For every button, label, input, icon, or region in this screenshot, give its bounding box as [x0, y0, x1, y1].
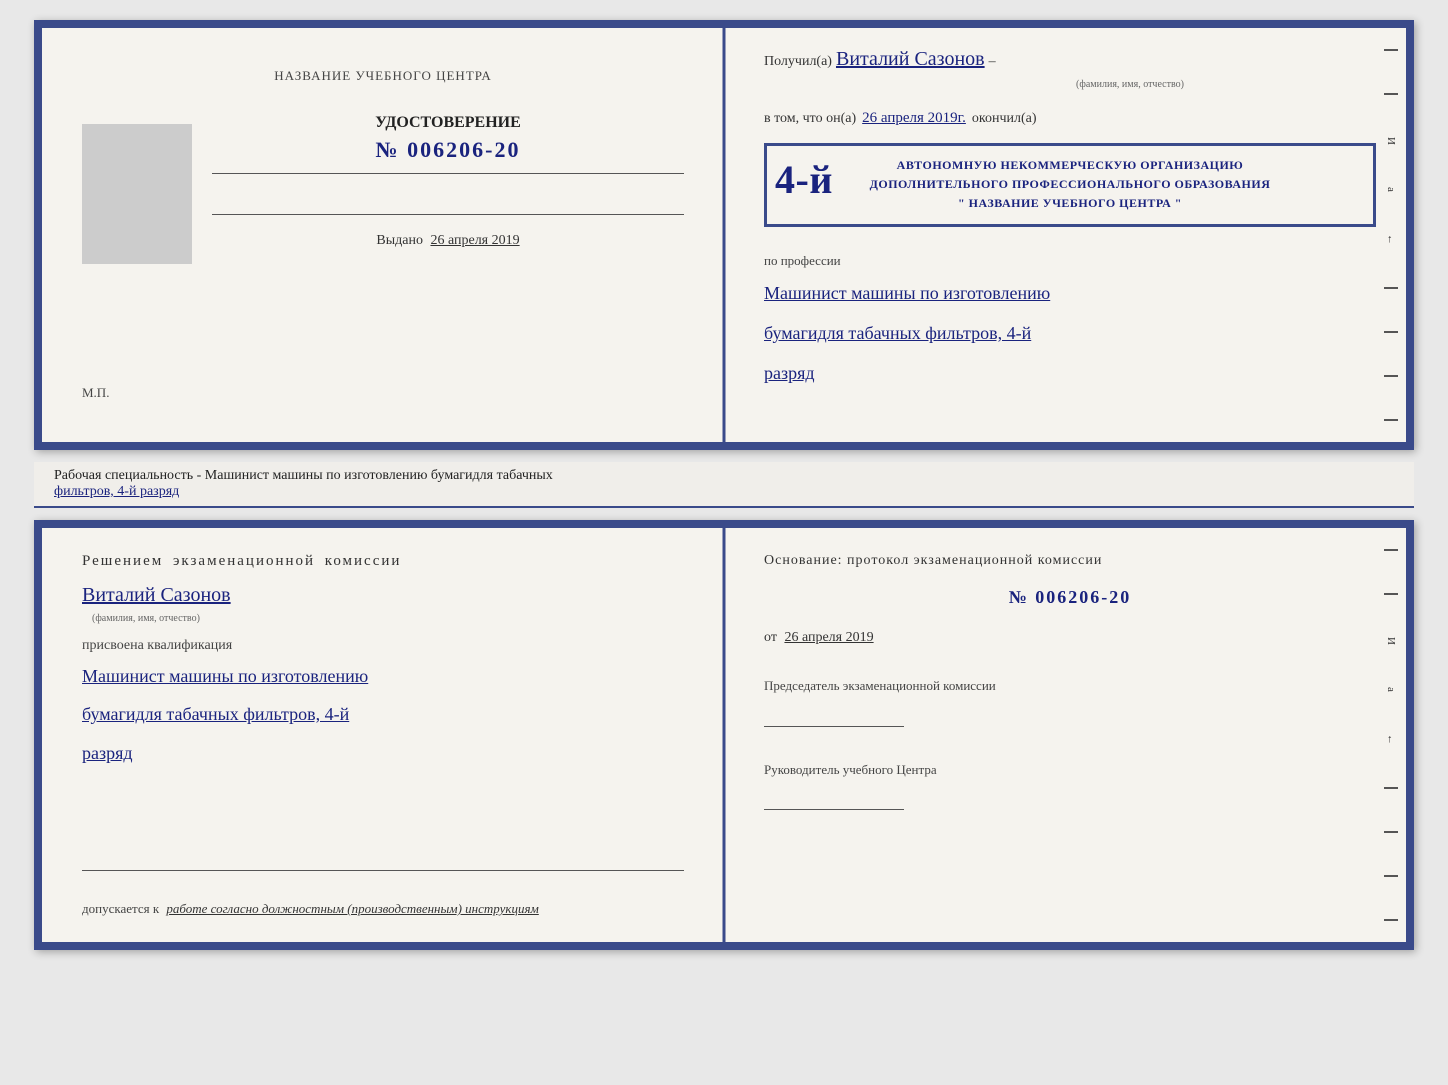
sl-b4: [1384, 831, 1398, 833]
from-prefix: от: [764, 630, 777, 645]
profession-line2: бумагидля табачных фильтров, 4-й: [764, 317, 1376, 349]
qual-line1: Машинист машины по изготовлению: [82, 660, 684, 692]
chairman-signature-line: [764, 726, 904, 727]
profession-line3: разряд: [764, 357, 1376, 389]
issued-date: 26 апреля 2019: [430, 233, 519, 248]
qual-line3: разряд: [82, 737, 684, 769]
recipient-name-bottom: Виталий Сазонов: [82, 584, 231, 606]
stamp-line1: АВТОНОМНУЮ НЕКОММЕРЧЕСКУЮ ОРГАНИЗАЦИЮ: [782, 156, 1358, 175]
protocol-number: № 006206-20: [764, 587, 1376, 608]
doc-title: УДОСТОВЕРЕНИЕ: [375, 114, 521, 132]
vtom-suffix: окончил(а): [972, 111, 1037, 127]
issued-row: Выдано 26 апреля 2019: [376, 233, 519, 249]
stamp-line2: ДОПОЛНИТЕЛЬНОГО ПРОФЕССИОНАЛЬНОГО ОБРАЗО…: [782, 175, 1358, 194]
stamp-large-text: 4-й: [775, 148, 833, 212]
sl3: [1384, 287, 1398, 289]
sl5: [1384, 375, 1398, 377]
sl1: [1384, 49, 1398, 51]
top-certificate: НАЗВАНИЕ УЧЕБНОГО ЦЕНТРА УДОСТОВЕРЕНИЕ №…: [34, 20, 1414, 450]
stamp-box: 4-й АВТОНОМНУЮ НЕКОММЕРЧЕСКУЮ ОРГАНИЗАЦИ…: [764, 143, 1376, 227]
sl-arrow: ←: [1385, 234, 1397, 245]
dash1: –: [989, 54, 996, 70]
vtom-prefix: в том, что он(а): [764, 111, 856, 127]
sl-b2: [1384, 593, 1398, 595]
received-row: Получил(а) Виталий Сазонов –: [764, 48, 1376, 71]
sl6: [1384, 419, 1398, 421]
desc-text-prefix: Рабочая специальность - Машинист машины …: [54, 468, 553, 483]
allowed-italic: работе согласно должностным (производств…: [166, 901, 538, 916]
divider2: [212, 214, 684, 215]
divider-bottom: [82, 870, 684, 871]
stamp-line3: " НАЗВАНИЕ УЧЕБНОГО ЦЕНТРА ": [782, 194, 1358, 213]
photo-placeholder: [82, 124, 192, 264]
side-lines-top: И а ←: [1382, 28, 1400, 442]
from-date-row: от 26 апреля 2019: [764, 630, 1376, 646]
sl-b6: [1384, 919, 1398, 921]
osnov-label: Основание: протокол экзаменационной коми…: [764, 553, 1376, 569]
cert-top-right: Получил(а) Виталий Сазонов – (фамилия, и…: [724, 28, 1406, 442]
assigned-label: присвоена квалификация: [82, 638, 684, 654]
sl-b-И: И: [1385, 637, 1397, 645]
director-signature-line: [764, 809, 904, 810]
vtom-row: в том, что он(а) 26 апреля 2019г. окончи…: [764, 110, 1376, 127]
allowed-label: допускается к работе согласно должностны…: [82, 881, 684, 917]
vtom-date: 26 апреля 2019г.: [862, 110, 966, 127]
sl4: [1384, 331, 1398, 333]
sl-b1: [1384, 549, 1398, 551]
qual-line2: бумагидля табачных фильтров, 4-й: [82, 698, 684, 730]
desc-text-underlined: фильтров, 4-й разряд: [54, 484, 179, 499]
description-bar: Рабочая специальность - Машинист машины …: [34, 462, 1414, 508]
divider: [212, 173, 684, 174]
fio-subtitle-bottom: (фамилия, имя, отчество): [92, 613, 684, 624]
director-label: Руководитель учебного Центра: [764, 760, 1376, 780]
recipient-name-top: Виталий Сазонов: [836, 48, 985, 71]
bottom-certificate: Решением экзаменационной комиссии Витали…: [34, 520, 1414, 950]
allowed-prefix: допускается к: [82, 901, 159, 916]
doc-number: № 006206-20: [376, 137, 521, 163]
sl-b5: [1384, 875, 1398, 877]
sl-b-а: а: [1385, 687, 1397, 692]
mp-label: М.П.: [82, 385, 109, 410]
received-prefix: Получил(а): [764, 54, 832, 70]
cert-bottom-left: Решением экзаменационной комиссии Витали…: [42, 528, 724, 942]
chairman-label: Председатель экзаменационной комиссии: [764, 676, 1376, 696]
cert-top-left: НАЗВАНИЕ УЧЕБНОГО ЦЕНТРА УДОСТОВЕРЕНИЕ №…: [42, 28, 724, 442]
sl-b-arrow: ←: [1385, 734, 1397, 745]
sl-b3: [1384, 787, 1398, 789]
sl-И: И: [1385, 137, 1397, 145]
commission-title: Решением экзаменационной комиссии: [82, 553, 684, 570]
profession-label: по профессии: [764, 253, 1376, 269]
sl-а: а: [1385, 187, 1397, 192]
profession-line1: Машинист машины по изготовлению: [764, 277, 1376, 309]
issued-label: Выдано: [376, 233, 423, 248]
top-title-label: НАЗВАНИЕ УЧЕБНОГО ЦЕНТРА: [274, 68, 491, 84]
side-lines-bottom: И а ←: [1382, 528, 1400, 942]
from-date: 26 апреля 2019: [784, 630, 873, 645]
cert-bottom-right: Основание: протокол экзаменационной коми…: [724, 528, 1406, 942]
sl2: [1384, 93, 1398, 95]
fio-subtitle-top: (фамилия, имя, отчество): [884, 79, 1376, 90]
